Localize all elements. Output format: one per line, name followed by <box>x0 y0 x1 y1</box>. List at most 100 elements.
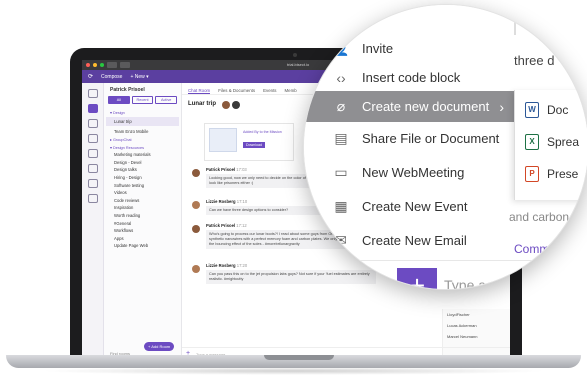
message-time: 17:20 <box>236 263 248 268</box>
group-design[interactable]: ▾ Design <box>104 107 181 115</box>
compose-button[interactable]: Compose <box>101 74 122 80</box>
submenu-doc[interactable]: Doc <box>547 103 568 117</box>
filter-all[interactable]: All <box>108 96 130 104</box>
excel-icon: X <box>525 134 539 150</box>
icon-rail <box>82 83 104 360</box>
room-item[interactable]: Videos <box>104 188 181 195</box>
filter-recent[interactable]: Recent <box>131 96 154 104</box>
message-time: 17:12 <box>236 223 247 228</box>
message-time: 17:03 <box>236 167 247 172</box>
menu-item-share-file[interactable]: ▤ Share File or Document <box>304 123 514 154</box>
minimize-dot[interactable] <box>93 63 97 67</box>
menu-item-webmeeting[interactable]: ▭ New WebMeeting <box>304 157 514 188</box>
submenu-spreadsheet[interactable]: Sprea <box>547 135 579 149</box>
room-item[interactable]: Workflows <box>104 226 181 233</box>
room-item[interactable]: Worth reading <box>104 210 181 218</box>
menu-label: Create New Event <box>362 199 468 214</box>
maximize-dot[interactable] <box>100 63 104 67</box>
member-name[interactable]: LloydFischer <box>443 309 510 320</box>
page-title: Lunar trip <box>188 101 216 107</box>
app-screenshot: trial.bisect.io ⟳ Compose + New ▾ Patric… <box>0 0 587 379</box>
mail-icon[interactable] <box>87 89 98 98</box>
download-button[interactable]: Download <box>243 142 265 148</box>
magnifier-lens: three d 👤 Invite ‹› Insert code block ⌀ … <box>303 4 587 290</box>
divider <box>514 5 516 35</box>
document-title: Added By to the Mission <box>243 130 282 134</box>
tab-files[interactable]: Files & Documents <box>218 88 255 94</box>
avatar <box>192 169 200 177</box>
refresh-icon[interactable]: ⟳ <box>88 73 93 80</box>
powerpoint-icon: P <box>525 166 539 182</box>
laptop-shadow <box>40 367 547 375</box>
contacts-icon[interactable] <box>87 134 98 143</box>
document-card[interactable]: Added By to the Mission Download <box>204 123 294 161</box>
user-name[interactable]: Patrick Prisoel <box>104 83 181 93</box>
menu-item-insert-code[interactable]: ‹› Insert code block <box>304 62 514 93</box>
chat-icon[interactable] <box>87 104 98 113</box>
person-icon: 👤 <box>332 40 350 56</box>
room-item[interactable]: Update Page Web <box>104 241 181 248</box>
room-item[interactable]: Design talks <box>104 165 181 172</box>
menu-label: Create new document <box>362 99 490 114</box>
menu-label: Create New Email <box>362 233 467 248</box>
add-attachment-button[interactable]: + <box>397 268 437 289</box>
room-item[interactable]: #General <box>104 218 181 226</box>
member-name[interactable]: Marcel Neumann <box>443 331 510 342</box>
calendar-icon[interactable] <box>87 149 98 158</box>
room-item[interactable]: Team Enzo Mobile <box>104 126 181 134</box>
submenu-presentation[interactable]: Prese <box>547 167 578 181</box>
room-item[interactable]: Inspiration <box>104 203 181 210</box>
back-button[interactable] <box>107 62 117 68</box>
laptop-notch <box>264 355 334 360</box>
avatar[interactable] <box>232 101 240 109</box>
close-dot[interactable] <box>86 63 90 67</box>
menu-label: New WebMeeting <box>362 165 465 180</box>
group-design-resources[interactable]: ▾ Design Resources <box>104 142 181 150</box>
comments-link[interactable]: Comments <box>514 242 572 256</box>
room-item[interactable]: Hiring - Design <box>104 172 181 180</box>
word-icon: W <box>525 102 539 118</box>
attach-menu: 👤 Invite ‹› Insert code block ⌀ Create n… <box>304 5 514 289</box>
clock-icon[interactable] <box>87 164 98 173</box>
message-author: Patrick Prisoel <box>206 167 236 172</box>
room-item[interactable]: Lunar trip <box>106 117 179 126</box>
filter-active[interactable]: Active <box>155 96 178 104</box>
avatar <box>192 225 200 233</box>
member-name[interactable]: Lucas Ackerman <box>443 320 510 331</box>
tasks-icon[interactable] <box>87 179 98 188</box>
room-item[interactable]: Marketing materials <box>104 150 181 157</box>
document-submenu: W Doc X Sprea P Prese <box>514 90 587 200</box>
group-chat[interactable]: ▸ GroupChat <box>104 134 181 142</box>
room-item[interactable]: Apps <box>104 233 181 241</box>
new-button[interactable]: + New ▾ <box>130 74 148 80</box>
tab-events[interactable]: Events <box>263 88 276 94</box>
avatar <box>192 201 200 209</box>
code-icon: ‹› <box>336 69 346 86</box>
room-item[interactable]: Design - Devel <box>104 157 181 165</box>
trash-icon[interactable] <box>87 194 98 203</box>
avatar[interactable] <box>222 101 230 109</box>
message-author: Patrick Prisoel <box>206 223 236 228</box>
files-icon[interactable] <box>87 119 98 128</box>
tab-members[interactable]: Memb <box>285 88 297 94</box>
add-room-button[interactable]: + Add Room <box>144 342 175 351</box>
menu-item-new-email[interactable]: ✉ Create New Email <box>304 225 514 256</box>
background-text: three d <box>514 53 555 68</box>
forward-button[interactable] <box>120 62 130 68</box>
menu-label: Invite <box>362 41 394 56</box>
monitor-icon: ▭ <box>334 164 348 180</box>
menu-item-invite[interactable]: 👤 Invite <box>304 33 514 64</box>
background-text: and carbon <box>509 210 570 224</box>
room-item[interactable]: Software testing <box>104 180 181 188</box>
tab-chat-room[interactable]: Chat Room <box>188 88 211 94</box>
document-icon: ▤ <box>334 130 348 146</box>
menu-item-create-document[interactable]: ⌀ Create new document › <box>304 91 514 122</box>
document-thumbnail <box>209 128 237 152</box>
message-input-zoomed[interactable]: Type a messa <box>444 277 531 289</box>
menu-item-new-event[interactable]: ▦ Create New Event <box>304 191 514 222</box>
laptop-base <box>6 355 581 368</box>
message-author: Lizzie Rosberg <box>206 263 236 268</box>
menu-label: Share File or Document <box>362 131 500 146</box>
room-item[interactable]: Code reviews <box>104 195 181 203</box>
channel-sidebar: Patrick Prisoel All Recent Active ▾ Desi… <box>104 83 182 360</box>
